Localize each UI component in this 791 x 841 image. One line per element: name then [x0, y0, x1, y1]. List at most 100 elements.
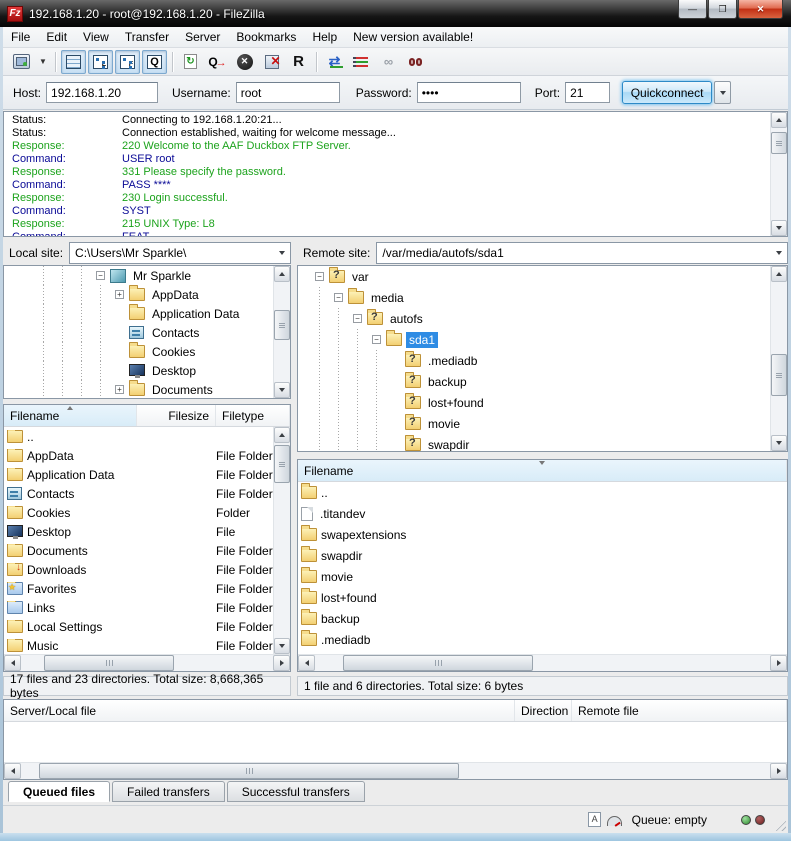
queue-header-direction[interactable]: Direction [515, 700, 572, 721]
file-row[interactable]: .mediadb [298, 629, 787, 650]
username-input[interactable] [236, 82, 340, 103]
password-input[interactable] [417, 82, 521, 103]
file-row[interactable]: backup [298, 608, 787, 629]
tree-item[interactable]: lost+found [310, 392, 787, 413]
new-version-notice[interactable]: New version available! [345, 28, 481, 46]
menu-item-transfer[interactable]: Transfer [117, 28, 177, 46]
tree-item[interactable]: −sda1 [310, 329, 787, 350]
file-row[interactable]: lost+found [298, 587, 787, 608]
toggle-local-tree-icon[interactable]: L [88, 50, 113, 74]
minimize-button[interactable]: — [678, 0, 707, 19]
file-row[interactable]: Application DataFile Folder [4, 465, 290, 484]
tree-item[interactable]: Contacts [34, 323, 290, 342]
tree-item[interactable]: Desktop [34, 361, 290, 380]
scroll-right-button[interactable] [770, 763, 787, 779]
maximize-button[interactable]: ❒ [708, 0, 737, 19]
find-files-icon[interactable] [403, 50, 428, 74]
file-row[interactable]: FavoritesFile Folder [4, 579, 290, 598]
quickconnect-dropdown[interactable] [714, 81, 731, 104]
scroll-down-button[interactable] [771, 435, 787, 451]
scroll-up-button[interactable] [771, 112, 787, 128]
file-row[interactable]: DesktopFile [4, 522, 290, 541]
file-row[interactable]: CookiesFolder [4, 503, 290, 522]
file-row[interactable]: DocumentsFile Folder [4, 541, 290, 560]
tree-item[interactable]: .mediadb [310, 350, 787, 371]
remote-header-filename[interactable]: Filename [298, 460, 787, 481]
scrollbar-thumb[interactable] [44, 655, 174, 671]
file-row[interactable]: .. [4, 427, 290, 446]
file-row[interactable]: swapdir [298, 545, 787, 566]
tree-item[interactable]: +Documents [34, 380, 290, 399]
scroll-up-button[interactable] [771, 266, 787, 282]
comparison-mode-icon[interactable] [349, 50, 374, 74]
tree-item[interactable]: −media [310, 287, 787, 308]
process-queue-icon[interactable]: Q→ [205, 50, 230, 74]
tab-queued-files[interactable]: Queued files [8, 781, 110, 802]
menu-item-file[interactable]: File [3, 28, 38, 46]
disconnect-icon[interactable] [259, 50, 284, 74]
scroll-down-button[interactable] [771, 220, 787, 236]
toggle-message-log-icon[interactable] [61, 50, 86, 74]
synchronized-browsing-icon[interactable]: ∞ [376, 50, 401, 74]
queue-header-server-local-file[interactable]: Server/Local file [4, 700, 515, 721]
local-header-filename[interactable]: Filename [4, 405, 137, 426]
tree-expander[interactable]: − [91, 271, 110, 280]
tab-successful-transfers[interactable]: Successful transfers [227, 781, 365, 802]
tree-expander[interactable]: − [329, 293, 348, 302]
scroll-down-button[interactable] [274, 638, 290, 654]
tree-expander[interactable]: − [310, 272, 329, 281]
menu-item-edit[interactable]: Edit [38, 28, 75, 46]
file-row[interactable]: LinksFile Folder [4, 598, 290, 617]
close-button[interactable]: ✕ [738, 0, 783, 19]
scroll-left-button[interactable] [4, 763, 21, 779]
local-header-filetype[interactable]: Filetype [216, 405, 290, 426]
tree-expander[interactable]: + [110, 290, 129, 299]
tree-item[interactable]: Application Data [34, 304, 290, 323]
local-site-combobox[interactable]: C:\Users\Mr Sparkle\ [69, 242, 291, 264]
scroll-up-button[interactable] [274, 427, 290, 443]
scrollbar-thumb[interactable] [39, 763, 459, 779]
quickconnect-button[interactable]: Quickconnect [622, 81, 712, 104]
tree-item[interactable]: −Mr Sparkle [34, 266, 290, 285]
remote-site-combobox[interactable]: /var/media/autofs/sda1 [376, 242, 788, 264]
directory-comparison-icon[interactable]: ⇄ [322, 50, 347, 74]
host-input[interactable] [46, 82, 158, 103]
file-row[interactable]: swapextensions [298, 524, 787, 545]
file-row[interactable]: DownloadsFile Folder [4, 560, 290, 579]
tree-expander[interactable]: − [348, 314, 367, 323]
file-row[interactable]: Local SettingsFile Folder [4, 617, 290, 636]
tree-expander[interactable]: + [110, 385, 129, 394]
file-row[interactable]: AppDataFile Folder [4, 446, 290, 465]
resize-grip[interactable] [773, 818, 786, 831]
tree-item[interactable]: backup [310, 371, 787, 392]
scroll-down-button[interactable] [274, 382, 290, 398]
scroll-left-button[interactable] [298, 655, 315, 671]
tab-failed-transfers[interactable]: Failed transfers [112, 781, 225, 802]
scroll-right-button[interactable] [770, 655, 787, 671]
toggle-queue-icon[interactable]: Q [142, 50, 167, 74]
scrollbar-thumb[interactable] [771, 132, 787, 154]
site-manager-icon[interactable] [9, 50, 34, 74]
file-row[interactable]: movie [298, 566, 787, 587]
scrollbar-thumb[interactable] [274, 310, 290, 340]
port-input[interactable] [565, 82, 610, 103]
menu-item-bookmarks[interactable]: Bookmarks [228, 28, 304, 46]
file-row[interactable]: ContactsFile Folder [4, 484, 290, 503]
scroll-right-button[interactable] [273, 655, 290, 671]
tree-item[interactable]: −autofs [310, 308, 787, 329]
menu-item-server[interactable]: Server [177, 28, 228, 46]
tree-item[interactable]: −var [310, 266, 787, 287]
file-row[interactable]: .titandev [298, 503, 787, 524]
scrollbar-thumb[interactable] [343, 655, 533, 671]
tree-item[interactable]: movie [310, 413, 787, 434]
cancel-operation-icon[interactable]: ✕ [232, 50, 257, 74]
tree-item[interactable]: +AppData [34, 285, 290, 304]
tree-item[interactable]: Cookies [34, 342, 290, 361]
title-bar[interactable]: Fz 192.168.1.20 - root@192.168.1.20 - Fi… [0, 0, 791, 27]
queue-header-remote-file[interactable]: Remote file [572, 700, 787, 721]
local-header-filesize[interactable]: Filesize [137, 405, 216, 426]
scrollbar-thumb[interactable] [274, 445, 290, 483]
scroll-up-button[interactable] [274, 266, 290, 282]
tree-item[interactable]: swapdir [310, 434, 787, 452]
file-row[interactable]: MusicFile Folder [4, 636, 290, 655]
